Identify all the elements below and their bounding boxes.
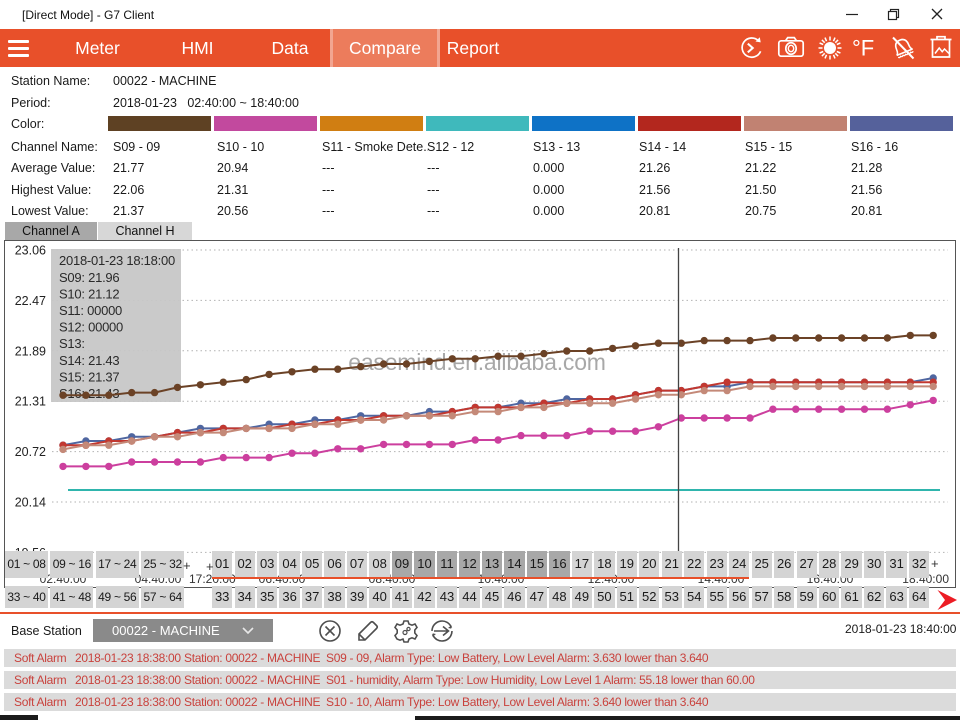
svg-text:S09: 21.96: S09: 21.96 bbox=[59, 270, 119, 285]
svg-text:S14: 21.43: S14: 21.43 bbox=[59, 353, 119, 368]
svg-text:S10: 21.12: S10: 21.12 bbox=[59, 286, 119, 301]
svg-text:°F: °F bbox=[852, 36, 874, 61]
svg-text:S11: 00000: S11: 00000 bbox=[59, 303, 122, 318]
svg-text:S12: 00000: S12: 00000 bbox=[59, 320, 123, 335]
svg-text:2018-01-23 18:18:00: 2018-01-23 18:18:00 bbox=[59, 253, 175, 268]
svg-text:S15: 21.37: S15: 21.37 bbox=[59, 369, 119, 384]
svg-text:21.31: 21.31 bbox=[15, 395, 46, 409]
svg-text:20.14: 20.14 bbox=[15, 496, 46, 510]
svg-text:20.72: 20.72 bbox=[15, 445, 46, 459]
svg-text:22.47: 22.47 bbox=[15, 294, 46, 308]
svg-text:23.06: 23.06 bbox=[15, 244, 46, 258]
svg-text:S13:: S13: bbox=[59, 336, 85, 351]
svg-text:21.89: 21.89 bbox=[15, 344, 46, 358]
